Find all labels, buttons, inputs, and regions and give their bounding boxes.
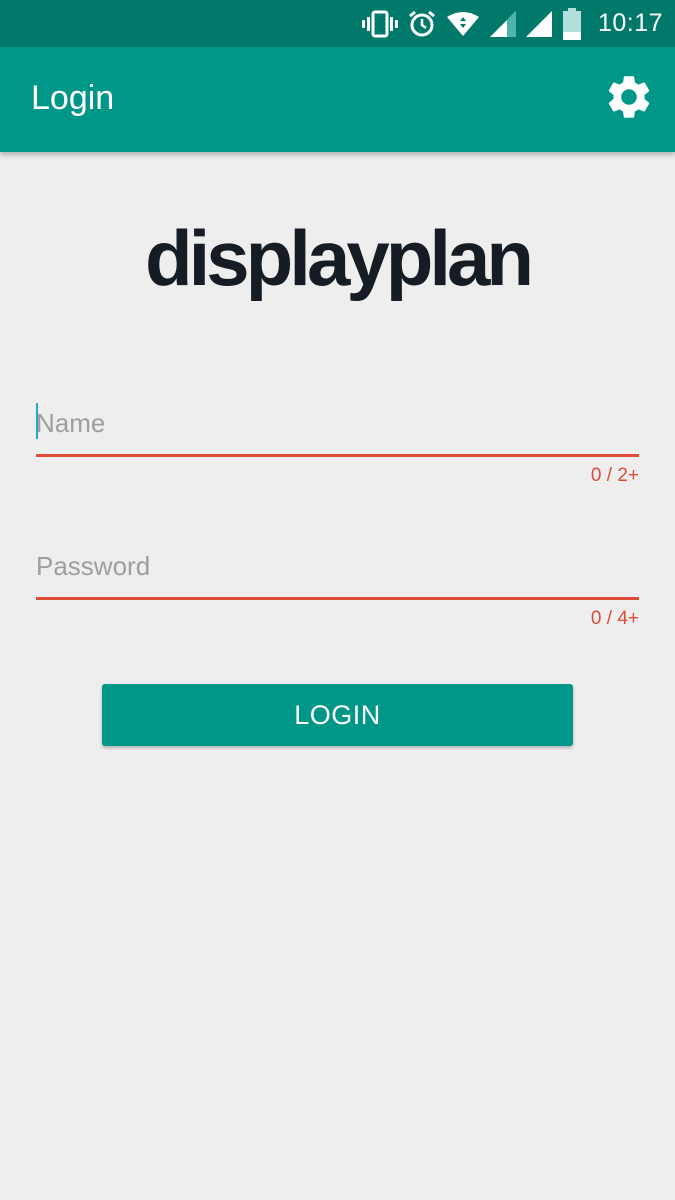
gear-icon bbox=[603, 71, 655, 127]
password-input[interactable] bbox=[36, 541, 639, 591]
name-char-counter: 0 / 2+ bbox=[590, 465, 639, 486]
status-time: 10:17 bbox=[597, 9, 663, 37]
password-field[interactable]: 0 / 4+ bbox=[36, 541, 639, 630]
name-field-underline bbox=[36, 454, 639, 457]
login-button[interactable]: LOGIN bbox=[102, 684, 573, 746]
wifi-icon bbox=[446, 11, 480, 37]
signal-icon bbox=[525, 10, 552, 37]
name-field[interactable]: 0 / 2+ bbox=[36, 398, 639, 487]
password-char-counter: 0 / 4+ bbox=[590, 608, 639, 629]
name-input[interactable] bbox=[36, 398, 639, 448]
status-icons: 10:17 bbox=[361, 0, 663, 47]
signal-icon bbox=[489, 10, 516, 37]
vibrate-icon bbox=[361, 10, 398, 38]
text-cursor bbox=[36, 403, 38, 439]
app-bar: Login bbox=[0, 47, 675, 152]
page-title: Login bbox=[31, 79, 115, 117]
logo: displayplan bbox=[144, 214, 534, 302]
status-bar: 10:17 bbox=[0, 0, 675, 47]
settings-button[interactable] bbox=[601, 71, 657, 127]
alarm-icon bbox=[408, 10, 436, 38]
battery-icon bbox=[562, 7, 582, 40]
password-field-underline bbox=[36, 597, 639, 600]
